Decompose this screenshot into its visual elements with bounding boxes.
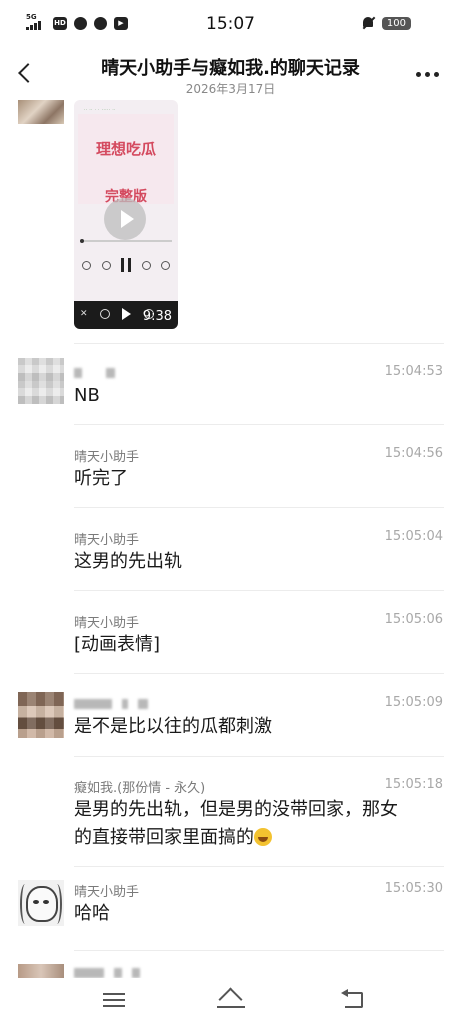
message-time: 15:05:30 [384,881,443,896]
message-text[interactable]: [动画表情] [74,631,160,659]
more-options-button[interactable] [416,72,439,77]
avatar[interactable] [18,880,64,926]
message-text[interactable]: 是男的先出轨，但是男的没带回家，那女 [74,796,398,824]
message-time: 15:04:56 [384,446,443,461]
back-arrow-icon[interactable] [339,988,363,1008]
divider [74,424,444,425]
video-player-controls [82,258,170,272]
divider [74,507,444,508]
page-date: 2026年3月17日 [185,82,276,96]
video-progress-bar [80,239,172,243]
avatar[interactable] [18,100,64,124]
play-small-icon [122,308,131,320]
video-message[interactable]: ·· ·· · · ····· ·· 理想吃瓜 完整版 ✕ 9:38 [74,100,178,329]
message-time: 15:05:18 [384,777,443,792]
sender-name: 癡如我.(那份情 - 永久) [74,781,206,796]
divider [74,756,444,757]
sender-name-blurred [74,697,148,711]
divider [74,866,444,867]
video-title-line1: 理想吃瓜 [95,140,156,158]
message-time: 15:04:53 [384,364,443,379]
status-bar: 5G HD ▶ 15:07 100 [0,0,461,48]
sender-name: 晴天小助手 [74,450,140,465]
avatar[interactable] [18,692,64,738]
rewind-icon [100,309,110,319]
message-time: 15:05:04 [384,529,443,544]
avatar[interactable] [18,964,64,978]
message-text[interactable]: NB [74,382,100,410]
pause-icon [121,258,131,272]
message-text[interactable]: 听完了 [74,465,128,493]
sender-name: 晴天小助手 [74,885,140,900]
message-text-line2: 的直接带回家里面搞的 [74,827,254,848]
battery-icon: 100 [381,16,411,30]
divider [74,590,444,591]
avatar[interactable] [18,358,64,404]
crying-emoji-icon [254,828,272,846]
status-right-icons: 100 [361,16,411,30]
home-icon[interactable] [215,987,247,1009]
play-icon[interactable] [104,198,146,240]
sender-name: 晴天小助手 [74,533,140,548]
video-duration: 9:38 [142,309,172,324]
mute-icon [361,16,376,30]
message-time: 15:05:06 [384,612,443,627]
divider [74,950,444,951]
message-text[interactable]: 是不是比以往的瓜都刺激 [74,713,272,741]
video-status-text: ·· ·· · · ····· ·· [84,107,116,112]
system-navigation-bar [0,978,461,1024]
chat-history-header: 晴天小助手与癡如我.的聊天记录 2026年3月17日 [0,48,461,100]
sender-name-blurred [74,366,115,380]
close-icon: ✕ [80,309,88,319]
message-text[interactable]: 哈哈 [74,900,110,928]
message-text[interactable]: 这男的先出轨 [74,548,182,576]
menu-icon[interactable] [103,989,127,1007]
page-title: 晴天小助手与癡如我.的聊天记录 [101,58,360,79]
divider [74,673,444,674]
message-time: 15:05:09 [384,695,443,710]
back-button[interactable] [16,63,38,85]
message-text[interactable]: 的直接带回家里面搞的 [74,824,272,852]
sender-name: 晴天小助手 [74,616,140,631]
divider [74,343,444,344]
